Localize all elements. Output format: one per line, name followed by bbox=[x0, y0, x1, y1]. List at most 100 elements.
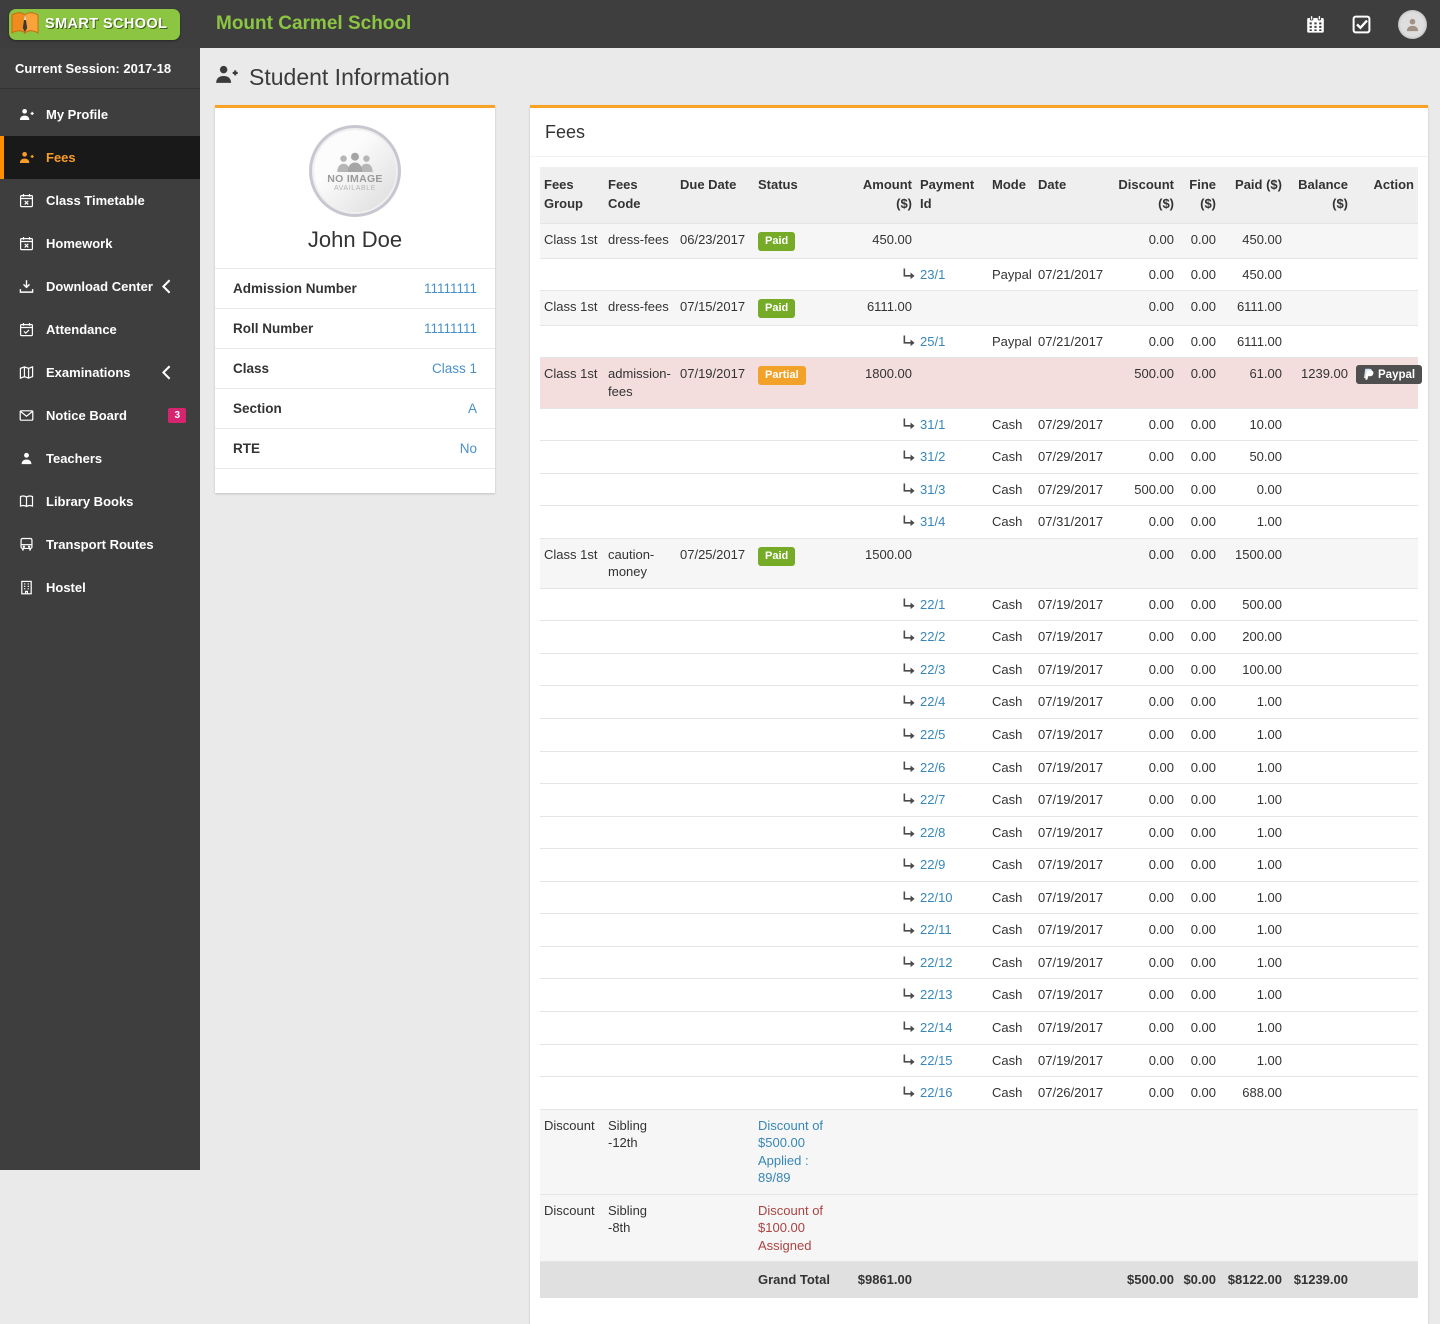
sidebar-item-notice-board[interactable]: Notice Board 3 bbox=[0, 394, 200, 437]
bus-icon bbox=[19, 537, 34, 552]
tasks-check-icon[interactable] bbox=[1352, 15, 1371, 34]
payment-id-link[interactable]: 31/1 bbox=[920, 417, 945, 432]
payment-id-cell: 22/7 bbox=[903, 784, 988, 817]
page-title: Student Information bbox=[200, 48, 1440, 105]
discount-status-text: Discount of $100.00 Assigned bbox=[758, 1202, 824, 1253]
sidebar-item-examinations[interactable]: Examinations bbox=[0, 351, 200, 394]
mode-cell: Cash bbox=[992, 1085, 1023, 1101]
payment-id-link[interactable]: 31/4 bbox=[920, 514, 945, 529]
paid-cell: 100.00 bbox=[1242, 661, 1282, 677]
sidebar-item-label: Homework bbox=[46, 236, 113, 251]
payment-id-link[interactable]: 22/3 bbox=[920, 662, 945, 677]
paid-cell: 1.00 bbox=[1256, 759, 1282, 775]
sidebar-item-label: Fees bbox=[46, 150, 76, 165]
paypal-button[interactable]: Paypal bbox=[1356, 365, 1423, 385]
due-date-cell: 06/23/2017 bbox=[680, 231, 746, 247]
payment-id-link[interactable]: 22/6 bbox=[920, 760, 945, 775]
payment-id-link[interactable]: 22/1 bbox=[920, 597, 945, 612]
mode-cell: Paypal bbox=[992, 266, 1032, 282]
sidebar-item-label: Class Timetable bbox=[46, 193, 145, 208]
calendar-icon[interactable] bbox=[1306, 14, 1325, 34]
payment-id-link[interactable]: 22/13 bbox=[920, 987, 953, 1002]
fine-cell: 0.00 bbox=[1190, 596, 1216, 612]
sidebar-item-fees[interactable]: Fees bbox=[0, 136, 200, 179]
sidebar-item-download-center[interactable]: Download Center bbox=[0, 265, 200, 308]
avatar[interactable] bbox=[1398, 9, 1427, 39]
discount-cell: 0.00 bbox=[1148, 416, 1174, 432]
column-header-mode: Mode bbox=[988, 167, 1034, 224]
discount-cell: 0.00 bbox=[1148, 661, 1174, 677]
due-date-cell: 07/15/2017 bbox=[680, 299, 746, 315]
fine-cell: 0.00 bbox=[1190, 481, 1216, 497]
discount-cell: 0.00 bbox=[1148, 824, 1174, 840]
user-plus-icon bbox=[215, 63, 238, 92]
sidebar-item-attendance[interactable]: Attendance bbox=[0, 308, 200, 351]
date-cell: 07/19/2017 bbox=[1038, 694, 1104, 710]
payment-id-link[interactable]: 22/8 bbox=[920, 825, 945, 840]
paid-cell: 1.00 bbox=[1256, 1052, 1282, 1068]
status-badge: Paid bbox=[758, 546, 796, 566]
due-date-cell: 07/19/2017 bbox=[680, 366, 746, 382]
payment-id-cell: 31/2 bbox=[903, 441, 988, 474]
action-cell: Paypal bbox=[1352, 358, 1423, 408]
payment-id-link[interactable]: 22/15 bbox=[920, 1053, 953, 1068]
fees-code-cell: caution-money bbox=[608, 546, 655, 580]
payment-id-link[interactable]: 31/2 bbox=[920, 449, 945, 464]
payment-id-link[interactable]: 22/9 bbox=[920, 857, 945, 872]
payment-id-link[interactable]: 22/7 bbox=[920, 792, 945, 807]
date-cell: 07/29/2017 bbox=[1038, 481, 1104, 497]
chevron-left-icon bbox=[159, 279, 186, 294]
action-cell bbox=[1352, 223, 1418, 258]
payment-id-link[interactable]: 22/10 bbox=[920, 890, 953, 905]
date-cell: 07/19/2017 bbox=[1038, 792, 1104, 808]
payment-id-link[interactable]: 22/11 bbox=[920, 922, 952, 937]
sidebar-item-transport-routes[interactable]: Transport Routes bbox=[0, 523, 200, 566]
sidebar-item-class-timetable[interactable]: Class Timetable bbox=[0, 179, 200, 222]
fees-group-cell: Class 1st bbox=[544, 231, 598, 247]
date-cell: 07/21/2017 bbox=[1038, 333, 1104, 349]
fine-cell: 0.00 bbox=[1190, 922, 1216, 938]
sidebar-item-hostel[interactable]: Hostel bbox=[0, 566, 200, 609]
amount-cell: 450.00 bbox=[872, 231, 912, 247]
paid-cell: 61.00 bbox=[1249, 366, 1282, 382]
mode-cell: Cash bbox=[992, 694, 1023, 710]
no-image-text: NO IMAGE bbox=[327, 172, 383, 185]
column-header-payment-id: Payment Id bbox=[916, 167, 988, 224]
app-logo[interactable]: SMART SCHOOL bbox=[0, 8, 200, 40]
payment-id-link[interactable]: 22/4 bbox=[920, 694, 945, 709]
sidebar-item-teachers[interactable]: Teachers bbox=[0, 437, 200, 480]
sidebar-item-homework[interactable]: Homework bbox=[0, 222, 200, 265]
sidebar-item-label: Hostel bbox=[46, 580, 86, 595]
payment-id-link[interactable]: 22/16 bbox=[920, 1085, 953, 1100]
payment-id-link[interactable]: 22/12 bbox=[920, 955, 953, 970]
grand-total-amount: $9861.00 bbox=[857, 1272, 912, 1288]
main-content: Student Information NO IMAGE AVAILABLE J… bbox=[200, 48, 1440, 1324]
payment-id-link[interactable]: 25/1 bbox=[920, 334, 945, 349]
payment-id-link[interactable]: 31/3 bbox=[920, 482, 945, 497]
payment-id-link[interactable]: 22/2 bbox=[920, 629, 945, 644]
discount-row: Discount Sibling -12th Discount of $500.00… bbox=[540, 1109, 1418, 1195]
payment-id-cell: 22/1 bbox=[903, 588, 988, 621]
fees-group-cell: Discount bbox=[544, 1117, 595, 1133]
column-header-fine: Fine ($) bbox=[1178, 167, 1220, 224]
action-cell bbox=[1352, 291, 1418, 326]
amount-cell: 6111.00 bbox=[866, 299, 912, 315]
payment-id-link[interactable]: 23/1 bbox=[920, 267, 945, 282]
payment-id-link[interactable]: 22/14 bbox=[920, 1020, 953, 1035]
fine-cell: 0.00 bbox=[1190, 792, 1216, 808]
payment-row: 22/1 Cash 07/19/2017 0.00 0.00 500.00 bbox=[540, 588, 1418, 621]
fine-cell: 0.00 bbox=[1190, 416, 1216, 432]
payment-id-link[interactable]: 22/5 bbox=[920, 727, 945, 742]
mode-cell: Cash bbox=[992, 449, 1023, 465]
status-cell: Paid bbox=[754, 223, 850, 258]
sidebar-item-my-profile[interactable]: My Profile bbox=[0, 93, 200, 136]
sidebar-item-library-books[interactable]: Library Books bbox=[0, 480, 200, 523]
date-cell: 07/19/2017 bbox=[1038, 1019, 1104, 1035]
sidebar-item-label: Download Center bbox=[46, 279, 153, 294]
payment-row: 31/2 Cash 07/29/2017 0.00 0.00 50.00 bbox=[540, 440, 1418, 474]
payment-id-cell: 22/11 bbox=[903, 914, 988, 947]
discount-cell: 0.00 bbox=[1148, 954, 1174, 970]
discount-cell: 0.00 bbox=[1148, 1019, 1174, 1035]
payment-id-cell: 22/16 bbox=[903, 1077, 988, 1110]
date-cell: 07/29/2017 bbox=[1038, 449, 1104, 465]
